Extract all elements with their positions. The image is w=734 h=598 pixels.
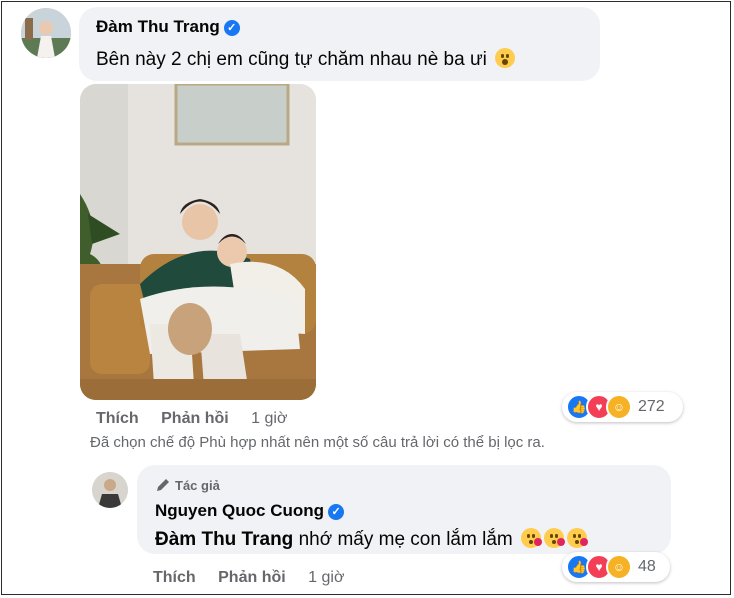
- comment-actions: Thích Phản hồi 1 giờ: [96, 410, 287, 428]
- verified-badge-icon: ✓: [328, 504, 345, 520]
- avatar[interactable]: [21, 8, 71, 58]
- like-button[interactable]: Thích: [153, 569, 196, 586]
- comment-text: Bên này 2 chị em cũng tự chăm nhau nè ba…: [96, 48, 516, 71]
- comment-bubble: Đàm Thu Trang ✓ Bên này 2 chị em cũng tự …: [79, 7, 600, 81]
- author-name[interactable]: Đàm Thu Trang: [96, 17, 220, 36]
- pencil-icon: [157, 479, 169, 491]
- reply-author[interactable]: Nguyen Quoc Cuong ✓: [155, 501, 345, 521]
- kissing-face-emoji: [544, 528, 565, 548]
- face-with-open-mouth-emoji: [495, 48, 516, 68]
- kissing-face-emoji: [567, 528, 588, 548]
- mention-link[interactable]: Đàm Thu Trang: [155, 529, 293, 550]
- kissing-face-emoji: [521, 528, 542, 548]
- comment-timestamp[interactable]: 1 giờ: [251, 410, 287, 427]
- author-name[interactable]: Nguyen Quoc Cuong: [155, 501, 324, 520]
- filter-notice: Đã chọn chế độ Phù hợp nhất nên một số c…: [90, 434, 545, 451]
- verified-badge-icon: ✓: [223, 20, 240, 36]
- reply-actions: Thích Phản hồi 1 giờ: [153, 569, 344, 587]
- reaction-summary[interactable]: 👍 ♥ ☺ 272: [562, 392, 683, 422]
- reply-text: Đàm Thu Trang nhớ mấy mẹ con lắm lắm: [155, 528, 588, 551]
- avatar[interactable]: [92, 472, 128, 508]
- reply-button[interactable]: Phản hồi: [218, 569, 286, 586]
- reaction-summary[interactable]: 👍 ♥ ☺ 48: [562, 552, 670, 582]
- reply-timestamp[interactable]: 1 giờ: [308, 569, 344, 586]
- reaction-count: 272: [638, 398, 665, 415]
- comment-photo[interactable]: [80, 84, 316, 400]
- reply-button[interactable]: Phản hồi: [161, 410, 229, 427]
- comment-thread: Đàm Thu Trang ✓ Bên này 2 chị em cũng tự …: [1, 1, 731, 595]
- reaction-count: 48: [638, 558, 656, 575]
- author-tag: Tác giả: [155, 477, 220, 493]
- care-icon: ☺: [606, 554, 632, 580]
- like-button[interactable]: Thích: [96, 410, 139, 427]
- care-icon: ☺: [606, 394, 632, 420]
- comment-author[interactable]: Đàm Thu Trang ✓: [96, 17, 240, 37]
